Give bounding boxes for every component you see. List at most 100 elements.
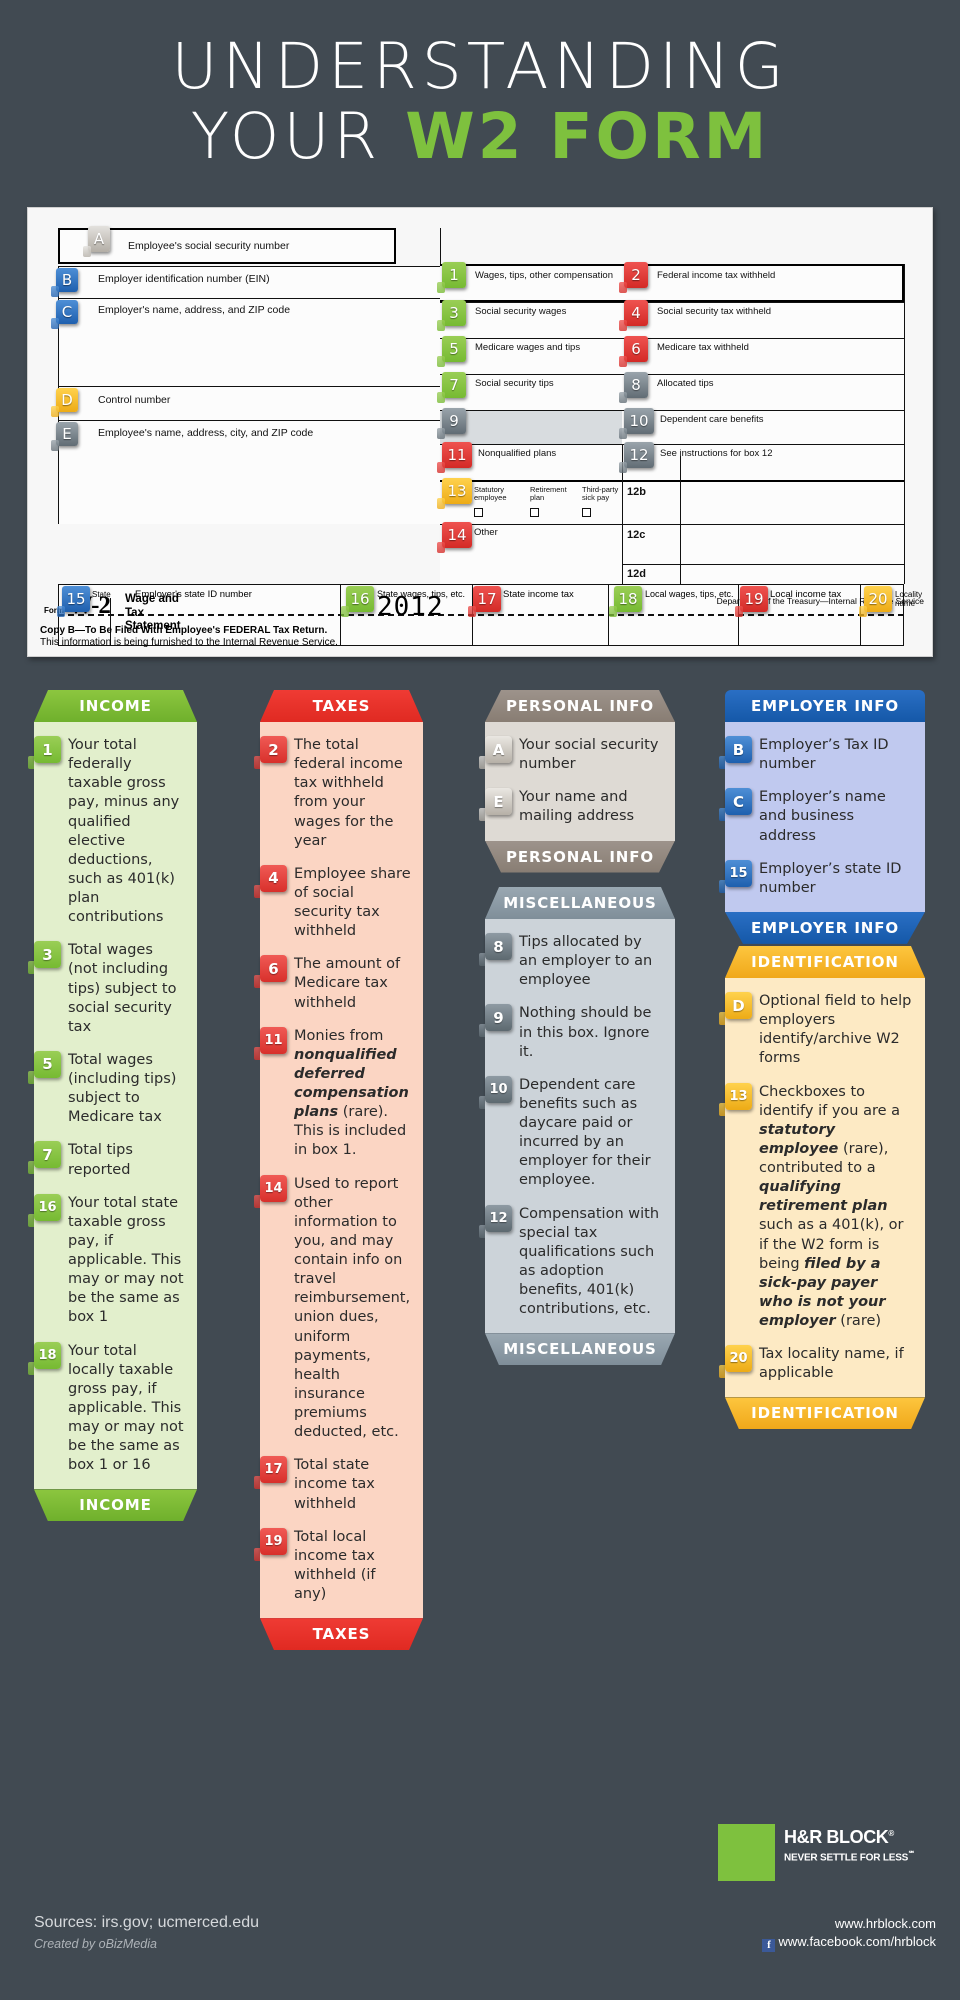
w2-box-2: Federal income tax withheld [622,264,904,302]
box-badge-b: B [719,736,752,769]
w2-box-19-label: Local income tax [770,589,842,600]
bubble-16: 16 [341,586,374,617]
hrblock-brand-text: H&R BLOCK [784,1827,889,1847]
hrblock-sm-icon: ℠ [908,1851,916,1858]
bubble-5: 5 [437,336,466,367]
w2-box-c-label: Employer's name, address, and ZIP code [98,304,291,316]
checkbox-third-party-sick-pay[interactable] [582,508,591,517]
list-item: D Optional field to help employers identi… [719,992,913,1069]
box-badge-d: D [719,992,752,1025]
bubble-b: B [51,268,78,297]
box-badge-c: C [719,788,752,822]
w2-vline-12-sub [680,480,681,584]
bubble-19: 19 [735,586,768,617]
bubble-8: 8 [619,372,648,403]
list-item-text: The total federal income tax withheld fr… [294,737,403,849]
bubble-13: 13 [437,478,472,509]
box-badge-10: 10 [479,1075,512,1109]
list-item: 9 Nothing should be in this box. Ignore i… [479,1004,663,1061]
panel-income-title-top: INCOME [34,690,197,722]
w2-box-2-label: Federal income tax withheld [657,270,776,281]
w2-box-3: Social security wages [440,302,622,338]
bubble-a-label: A [93,230,105,248]
title-line-2: YOUR W2 FORM [0,104,960,170]
w2-box-4-label: Social security tax withheld [657,306,772,317]
bubble-10-label: 10 [629,412,649,430]
bubble-15: 15 [57,586,90,617]
bubble-2-label: 2 [631,266,641,284]
panel-income-title-bottom: INCOME [34,1489,197,1521]
w2-box-e: Employee's name, address, city, and ZIP … [58,420,440,524]
panel-personal-body: A Your social security number E Your name a… [479,722,675,841]
list-item-text: Used to report other information to you,… [294,1175,411,1441]
list-item: 5 Total wages (including tips) subject to… [28,1050,185,1128]
list-item: 20 Tax locality name, if applicable [719,1345,913,1383]
bubble-1-label: 1 [449,266,459,284]
box-badge-11: 11 [254,1026,287,1060]
w2-box-12: See instructions for box 12 [622,444,904,480]
panel-income-body: 1 Your total federally taxable gross pay,… [28,722,197,1490]
panel-personal-info: PERSONAL INFO A Your social security numb… [479,690,675,873]
bubble-d: D [51,388,78,417]
box-badge-2: 2 [254,736,287,769]
w2-box-14-label: Other [474,527,498,538]
box-badge-17: 17 [254,1456,287,1490]
hrblock-green-square-icon [718,1824,775,1881]
box-badge-9: 9 [479,1004,512,1038]
list-item: 7 Total tips reported [28,1141,185,1179]
box-badge-8: 8 [479,933,512,966]
list-item-text: Employee share of social security tax wi… [294,865,411,940]
w2-box-8: Allocated tips [622,374,904,410]
list-item: E Your name and mailing address [479,788,663,826]
w2-box-5: Medicare wages and tips [440,338,622,374]
page-header: UNDERSTANDING YOUR W2 FORM [0,0,960,170]
list-item-text: Employer’s Tax ID number [759,737,889,773]
panel-misc-title-top: MISCELLANEOUS [485,887,675,919]
list-item-text: Your social security number [519,737,659,773]
bubble-2: 2 [619,262,648,293]
bubble-18-label: 18 [618,590,638,608]
w2-box-15-state-label: State [92,590,111,599]
list-item-text: Compensation with special tax qualificat… [519,1205,660,1318]
list-item-text: Employer’s state ID number [759,860,902,896]
w2-box-6-label: Medicare tax withheld [657,342,749,353]
list-item-text: Your name and mailing address [519,789,635,825]
box-badge-14: 14 [254,1174,287,1208]
bubble-12-label: 12 [629,446,649,464]
checkbox-retirement-plan[interactable] [530,508,539,517]
bubble-12: 12 [619,442,654,473]
footer-links: www.hrblock.com f www.facebook.com/hrbloc… [760,1916,936,1952]
box-badge-6: 6 [254,955,287,989]
w2-box-12-label: See instructions for box 12 [660,448,773,459]
box-badge-5: 5 [28,1050,61,1084]
panel-ident-title-bottom: IDENTIFICATION [725,1397,925,1429]
w2-box-3-label: Social security wages [475,306,567,317]
hrblock-website-link[interactable]: www.hrblock.com [760,1916,936,1931]
bubble-7-label: 7 [449,376,459,394]
hrblock-facebook-link[interactable]: f www.facebook.com/hrblock [760,1934,936,1952]
list-item: 2 The total federal income tax withheld f… [254,736,411,851]
bubble-8-label: 8 [631,376,641,394]
w2-box-12b-label: 12b [627,486,646,498]
bubble-e: E [51,422,78,451]
panel-employer-body: B Employer’s Tax ID number C Employer’s nam… [719,722,925,912]
w2-furnished-note: This information is being furnished to t… [40,637,338,648]
w2-box-12c: 12c [622,524,904,564]
box-badge-15: 15 [719,859,752,893]
w2-box-17-label: State income tax [503,589,574,600]
panel-employer-info: EMPLOYER INFO B Employer’s Tax ID number C… [719,690,925,944]
w2-box-12d: 12d [622,564,904,584]
w2-box-d-label: Control number [98,394,171,406]
w2-box-1-label: Wages, tips, other compensation [475,270,613,281]
w2-vline-12-tick [680,456,681,480]
list-item: 11 Monies from nonqualified deferred comp… [254,1026,411,1161]
w2-box-13-cb2-label: Retirement plan [530,485,567,503]
box-badge-12: 12 [479,1204,512,1238]
hrblock-registered-icon: ® [888,1829,894,1838]
list-item-text: Total wages (not including tips) subject… [68,942,177,1035]
w2-box-6: Medicare tax withheld [622,338,904,374]
bubble-7: 7 [437,372,466,403]
bubble-17: 17 [468,586,501,617]
list-item: 15 Employer’s state ID number [719,859,913,898]
checkbox-statutory-employee[interactable] [474,508,483,517]
